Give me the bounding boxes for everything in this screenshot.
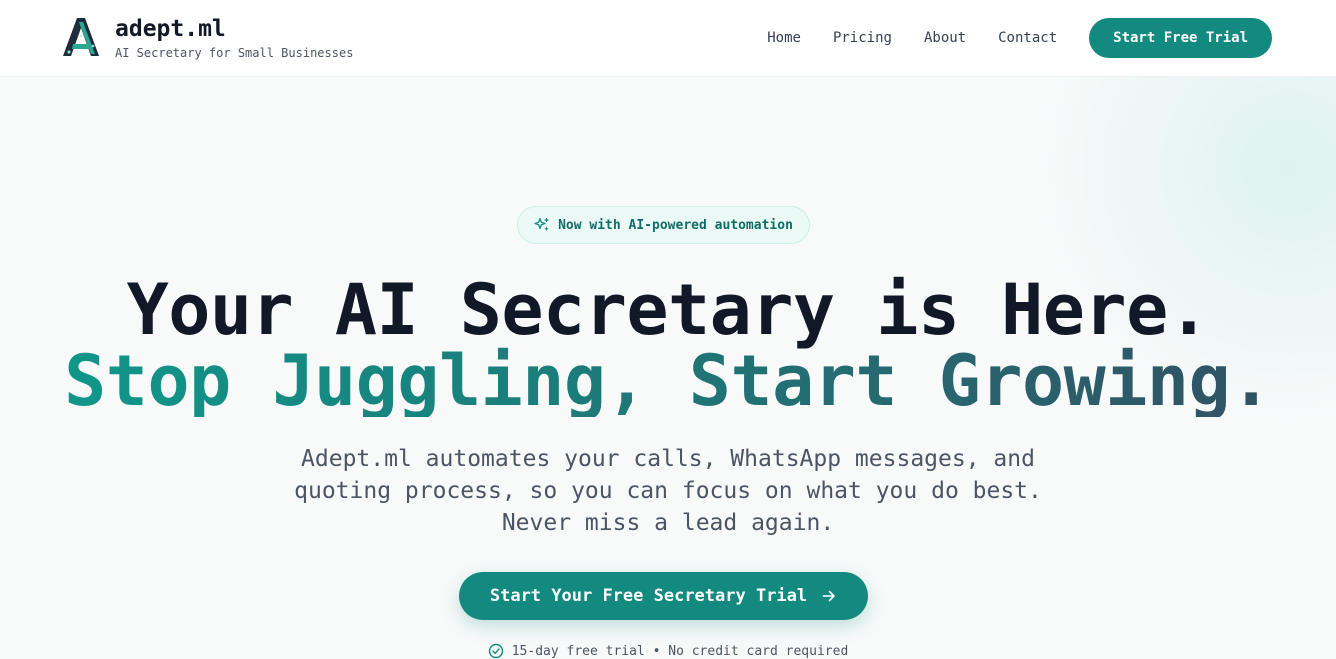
nav-link-contact[interactable]: Contact [998, 18, 1057, 58]
start-secretary-trial-button[interactable]: Start Your Free Secretary Trial [459, 572, 868, 620]
sparkles-icon [534, 217, 549, 232]
hero-headline: Your AI Secretary is Here. Stop Juggling… [0, 275, 1336, 417]
headline-line-2: Stop Juggling, Start Growing. [0, 346, 1336, 417]
nav-link-home[interactable]: Home [767, 18, 801, 58]
hero-cta-label: Start Your Free Secretary Trial [489, 586, 808, 606]
nav-link-pricing[interactable]: Pricing [833, 18, 892, 58]
trial-note-text: 15-day free trial • No credit card requi… [511, 643, 849, 659]
start-free-trial-button[interactable]: Start Free Trial [1089, 18, 1272, 58]
adept-logo-icon [63, 18, 99, 56]
headline-line-1: Your AI Secretary is Here. [126, 269, 1210, 351]
check-circle-icon [488, 643, 503, 659]
brand-text: adept.ml AI Secretary for Small Business… [115, 16, 353, 60]
brand-home-link[interactable]: adept.ml AI Secretary for Small Business… [62, 16, 353, 60]
nav-link-about[interactable]: About [924, 18, 966, 58]
main-nav: Home Pricing About Contact Start Free Tr… [767, 18, 1272, 58]
brand-tagline: AI Secretary for Small Businesses [115, 46, 354, 60]
trial-note: 15-day free trial • No credit card requi… [0, 643, 1336, 659]
hero-section: Now with AI-powered automation Your AI S… [0, 77, 1336, 659]
arrow-right-icon [822, 590, 835, 602]
brand-name: adept.ml [115, 16, 226, 42]
announcement-badge: Now with AI-powered automation [517, 206, 810, 244]
badge-text: Now with AI-powered automation [558, 217, 793, 233]
site-header: adept.ml AI Secretary for Small Business… [0, 0, 1336, 77]
hero-subtitle: Adept.ml automates your calls, WhatsApp … [294, 446, 1042, 536]
